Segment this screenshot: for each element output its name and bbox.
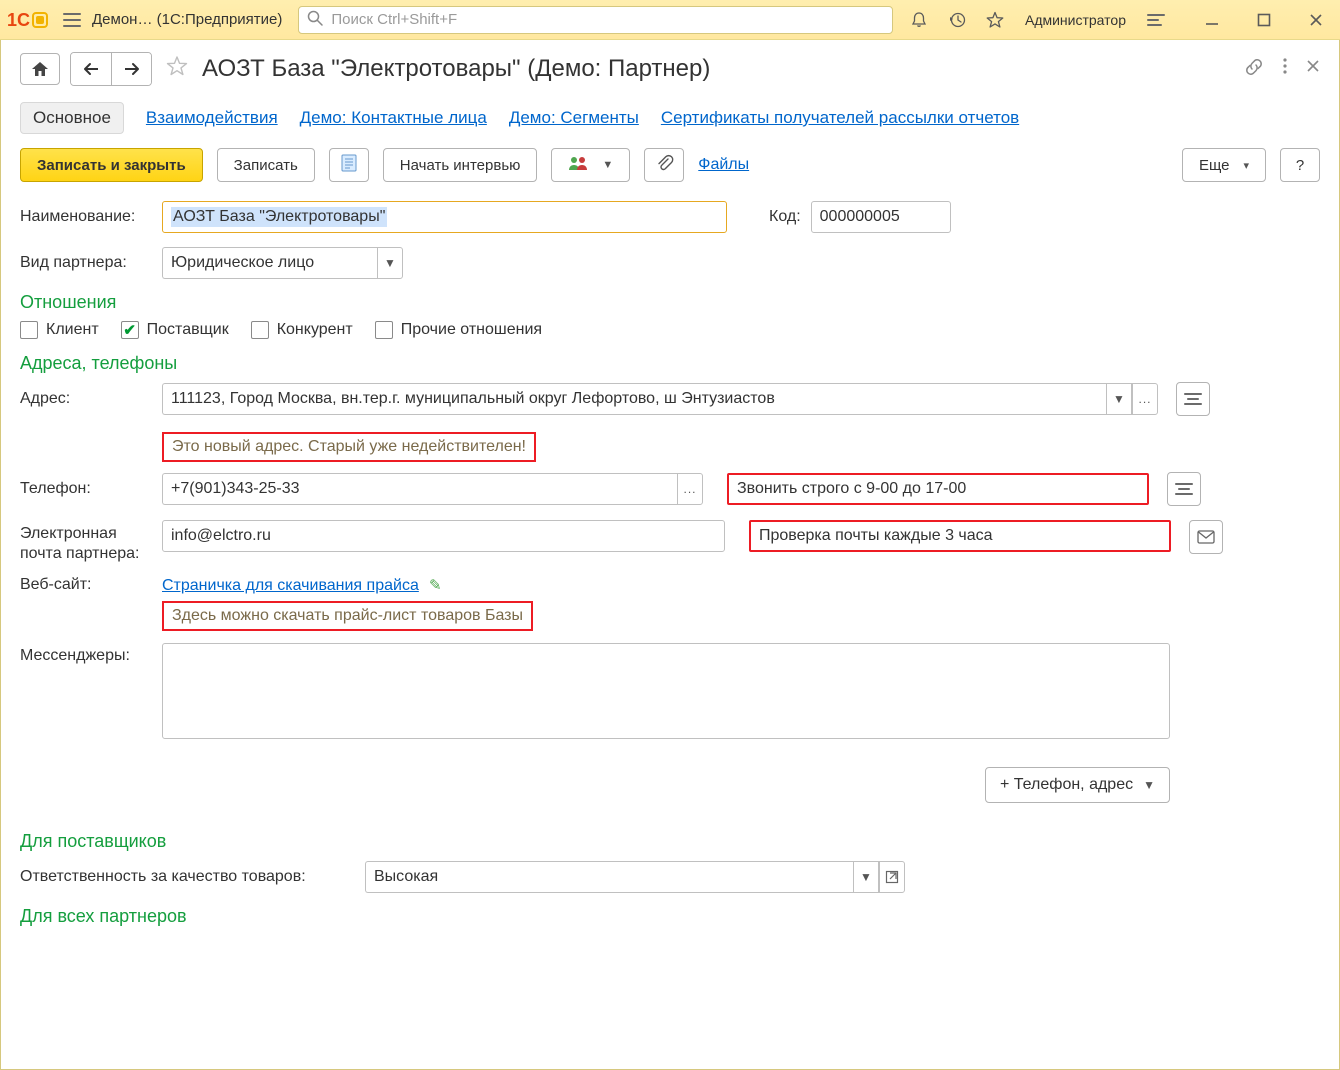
kebab-menu-icon[interactable] (1282, 57, 1288, 82)
tab-certs[interactable]: Сертификаты получателей рассылки отчетов (661, 108, 1019, 128)
phone-label: Телефон: (20, 480, 152, 498)
history-icon[interactable] (945, 8, 969, 32)
address-field[interactable]: 111123, Город Москва, вн.тер.г. муниципа… (162, 383, 1158, 415)
checkbox-other[interactable]: Прочие отношения (375, 321, 542, 339)
app-logo: 1 С (6, 7, 52, 33)
phone-field[interactable]: +7(901)343-25-33 ... (162, 473, 703, 505)
users-dropdown-button[interactable]: ▼ (551, 148, 630, 182)
attach-icon (656, 154, 672, 176)
name-field[interactable]: АОЗТ База "Электротовары" (162, 201, 727, 233)
more-button[interactable]: Еще▾ (1182, 148, 1266, 182)
section-relations: Отношения (20, 292, 1320, 313)
email-send-button[interactable] (1189, 520, 1223, 554)
main-menu-icon[interactable] (60, 8, 84, 32)
address-options-button[interactable] (1176, 382, 1210, 416)
help-button[interactable]: ? (1280, 148, 1320, 182)
svg-text:С: С (17, 10, 30, 30)
nav-back-button[interactable] (71, 53, 111, 85)
web-link[interactable]: Страничка для скачивания прайса (162, 577, 419, 594)
tab-contacts[interactable]: Демо: Контактные лица (300, 108, 487, 128)
phone-note-field[interactable]: Звонить строго с 9-00 до 17-00 (727, 473, 1149, 505)
page-title: АОЗТ База "Электротовары" (Демо: Партнер… (202, 55, 1234, 83)
app-caption: Демон… (1С:Предприятие) (92, 11, 282, 28)
section-all-partners: Для всех партнеров (20, 906, 1320, 927)
save-button[interactable]: Записать (217, 148, 315, 182)
tab-interactions[interactable]: Взаимодействия (146, 108, 278, 128)
phone-options-button[interactable] (1167, 472, 1201, 506)
report-button[interactable] (329, 148, 369, 182)
name-label: Наименование: (20, 208, 152, 226)
checkbox-client[interactable]: Клиент (20, 321, 99, 339)
email-field[interactable] (162, 520, 725, 552)
add-contact-button[interactable]: + Телефон, адрес ▼ (985, 767, 1170, 803)
attach-button[interactable] (644, 148, 684, 182)
quality-label: Ответственность за качество товаров: (20, 868, 355, 886)
nav-forward-button[interactable] (111, 53, 151, 85)
chevron-down-icon: ▼ (1143, 778, 1155, 792)
tabstrip: Основное Взаимодействия Демо: Контактные… (0, 92, 1340, 148)
nav-home-button[interactable] (20, 53, 60, 85)
email-note-field[interactable]: Проверка почты каждые 3 часа (749, 520, 1171, 552)
files-link[interactable]: Файлы (698, 156, 749, 174)
checkbox-competitor[interactable]: Конкурент (251, 321, 353, 339)
checkbox-supplier[interactable]: Поставщик (121, 321, 229, 339)
partner-type-combo[interactable]: Юридическое лицо ▼ (162, 247, 403, 279)
start-interview-button[interactable]: Начать интервью (383, 148, 538, 182)
chevron-down-icon[interactable]: ▼ (853, 861, 879, 893)
chevron-down-icon: ▾ (1243, 159, 1249, 172)
address-note: Это новый адрес. Старый уже недействител… (162, 432, 536, 462)
code-label: Код: (769, 208, 801, 226)
star-icon[interactable] (983, 8, 1007, 32)
tab-main[interactable]: Основное (20, 102, 124, 134)
form-close-icon[interactable] (1306, 57, 1320, 82)
chevron-down-icon: ▼ (602, 159, 613, 171)
quality-field[interactable]: Высокая ▼ (365, 861, 905, 893)
email-label: Электронная почта партнера: (20, 518, 152, 564)
chevron-down-icon[interactable]: ▼ (377, 247, 403, 279)
settings-icon[interactable] (1144, 8, 1168, 32)
messengers-field[interactable] (162, 643, 1170, 739)
window-maximize-icon[interactable] (1252, 8, 1276, 32)
web-label: Веб-сайт: (20, 576, 152, 594)
envelope-icon (1197, 530, 1215, 544)
partner-type-label: Вид партнера: (20, 254, 152, 272)
section-suppliers: Для поставщиков (20, 831, 1320, 852)
open-button[interactable] (879, 861, 905, 893)
web-note: Здесь можно скачать прайс-лист товаров Б… (162, 601, 533, 631)
global-search[interactable] (298, 6, 893, 34)
section-contacts: Адреса, телефоны (20, 353, 1320, 374)
favorite-star-icon[interactable] (162, 55, 192, 83)
bell-icon[interactable] (907, 8, 931, 32)
svg-text:1: 1 (7, 10, 17, 30)
ellipsis-button[interactable]: ... (1132, 383, 1158, 415)
titlebar: 1 С Демон… (1С:Предприятие) Администрато… (0, 0, 1340, 40)
search-icon (307, 10, 323, 30)
window-minimize-icon[interactable] (1200, 8, 1224, 32)
report-icon (341, 154, 357, 176)
save-and-close-button[interactable]: Записать и закрыть (20, 148, 203, 182)
search-input[interactable] (329, 10, 884, 29)
user-label[interactable]: Администратор (1021, 12, 1130, 28)
messengers-label: Мессенджеры: (20, 643, 152, 665)
ellipsis-button[interactable]: ... (677, 473, 703, 505)
nav-history-buttons (70, 52, 152, 86)
address-label: Адрес: (20, 390, 152, 408)
pencil-icon[interactable]: ✎ (429, 577, 442, 594)
chevron-down-icon[interactable]: ▼ (1106, 383, 1132, 415)
link-icon[interactable] (1244, 57, 1264, 82)
window-close-icon[interactable] (1304, 8, 1328, 32)
users-icon (568, 155, 588, 175)
code-field[interactable] (811, 201, 951, 233)
tab-segments[interactable]: Демо: Сегменты (509, 108, 639, 128)
